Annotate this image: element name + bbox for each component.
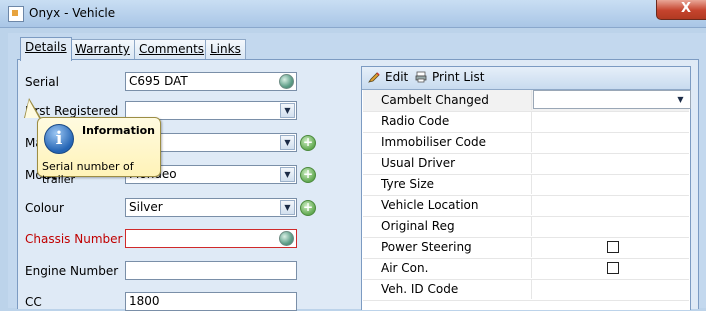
engine-number-label: Engine Number (25, 264, 119, 278)
property-row[interactable]: Original Reg (363, 216, 689, 238)
property-value (531, 237, 688, 257)
property-value[interactable] (531, 153, 688, 173)
cc-field[interactable]: 1800 (125, 292, 297, 311)
dropdown-arrow-icon[interactable]: ▼ (280, 200, 295, 215)
info-icon: i (44, 124, 74, 154)
tab-links[interactable]: Links (205, 39, 246, 60)
property-label: Immobiliser Code (381, 135, 486, 149)
chassis-number-label: Chassis Number (25, 232, 123, 246)
info-tooltip: i Information Serial number of trailer (37, 117, 161, 186)
power-steering-checkbox[interactable] (607, 241, 619, 253)
property-label: Vehicle Location (381, 198, 479, 212)
air-con-checkbox[interactable] (607, 262, 619, 274)
print-list-button[interactable]: Print List (415, 70, 484, 84)
property-label: Cambelt Changed (381, 93, 489, 107)
add-model-icon[interactable]: + (300, 167, 316, 183)
tooltip-text: Serial number of trailer (42, 160, 134, 186)
property-row[interactable]: Cambelt Changed ▼ (363, 90, 691, 112)
tab-warranty[interactable]: Warranty (70, 39, 135, 60)
property-row[interactable]: Tyre Size (363, 174, 689, 196)
property-row[interactable]: Radio Code (363, 111, 689, 133)
dropdown-arrow-icon[interactable]: ▼ (673, 93, 688, 108)
app-icon (8, 6, 24, 22)
property-label: Tyre Size (381, 177, 435, 191)
cc-value: 1800 (129, 294, 160, 308)
property-value[interactable] (531, 132, 688, 152)
window-title: Onyx - Vehicle (29, 6, 116, 20)
dropdown-arrow-icon[interactable]: ▼ (280, 135, 295, 150)
properties-toolbar: Edit Print List (362, 67, 690, 90)
property-value[interactable] (531, 111, 688, 131)
dropdown-arrow-icon[interactable]: ▼ (280, 167, 295, 182)
close-icon: X (680, 1, 692, 16)
globe-icon[interactable] (279, 231, 294, 246)
colour-field[interactable]: Silver ▼ (125, 198, 297, 217)
properties-panel: Edit Print List Cambelt Changed ▼ Radio … (361, 66, 691, 310)
chassis-number-field[interactable] (125, 229, 297, 248)
print-icon (415, 71, 427, 83)
tooltip-pointer-fill (25, 100, 39, 118)
property-value[interactable] (531, 195, 688, 215)
colour-label: Colour (25, 201, 64, 215)
serial-value: C695 DAT (129, 74, 188, 88)
property-label: Original Reg (381, 219, 455, 233)
print-list-label: Print List (432, 70, 485, 84)
edit-label: Edit (385, 70, 409, 84)
colour-value: Silver (129, 200, 163, 214)
property-value (531, 258, 688, 278)
property-label: Power Steering (381, 240, 472, 254)
cc-label: CC (25, 295, 42, 309)
property-row[interactable]: Air Con. (363, 258, 689, 280)
dropdown-arrow-icon[interactable]: ▼ (280, 103, 295, 118)
property-label: Usual Driver (381, 156, 456, 170)
property-label: Veh. ID Code (381, 282, 459, 296)
tooltip-title: Information (82, 124, 155, 137)
property-row[interactable]: Power Steering (363, 237, 689, 259)
tab-details[interactable]: Details (20, 37, 72, 61)
add-make-icon[interactable]: + (300, 135, 316, 151)
property-row[interactable]: Immobiliser Code (363, 132, 689, 154)
add-colour-icon[interactable]: + (300, 200, 316, 216)
edit-icon (368, 72, 380, 83)
property-row[interactable]: Usual Driver (363, 153, 689, 175)
property-value[interactable] (531, 174, 688, 194)
tab-comments[interactable]: Comments (134, 39, 210, 60)
property-label: Radio Code (381, 114, 450, 128)
title-bar: Onyx - Vehicle X (0, 0, 706, 28)
serial-field[interactable]: C695 DAT (125, 72, 297, 91)
globe-icon[interactable] (279, 74, 294, 89)
property-value[interactable] (531, 216, 688, 236)
engine-number-field[interactable] (125, 261, 297, 280)
edit-button[interactable]: Edit (368, 70, 408, 84)
property-row[interactable]: Veh. ID Code (363, 279, 689, 301)
close-button[interactable]: X (656, 0, 706, 20)
cambelt-dropdown[interactable]: ▼ (533, 90, 691, 109)
serial-label: Serial (25, 75, 59, 89)
property-value: ▼ (531, 90, 691, 110)
property-value[interactable] (531, 279, 688, 299)
property-label: Air Con. (381, 261, 429, 275)
property-row[interactable]: Vehicle Location (363, 195, 689, 217)
